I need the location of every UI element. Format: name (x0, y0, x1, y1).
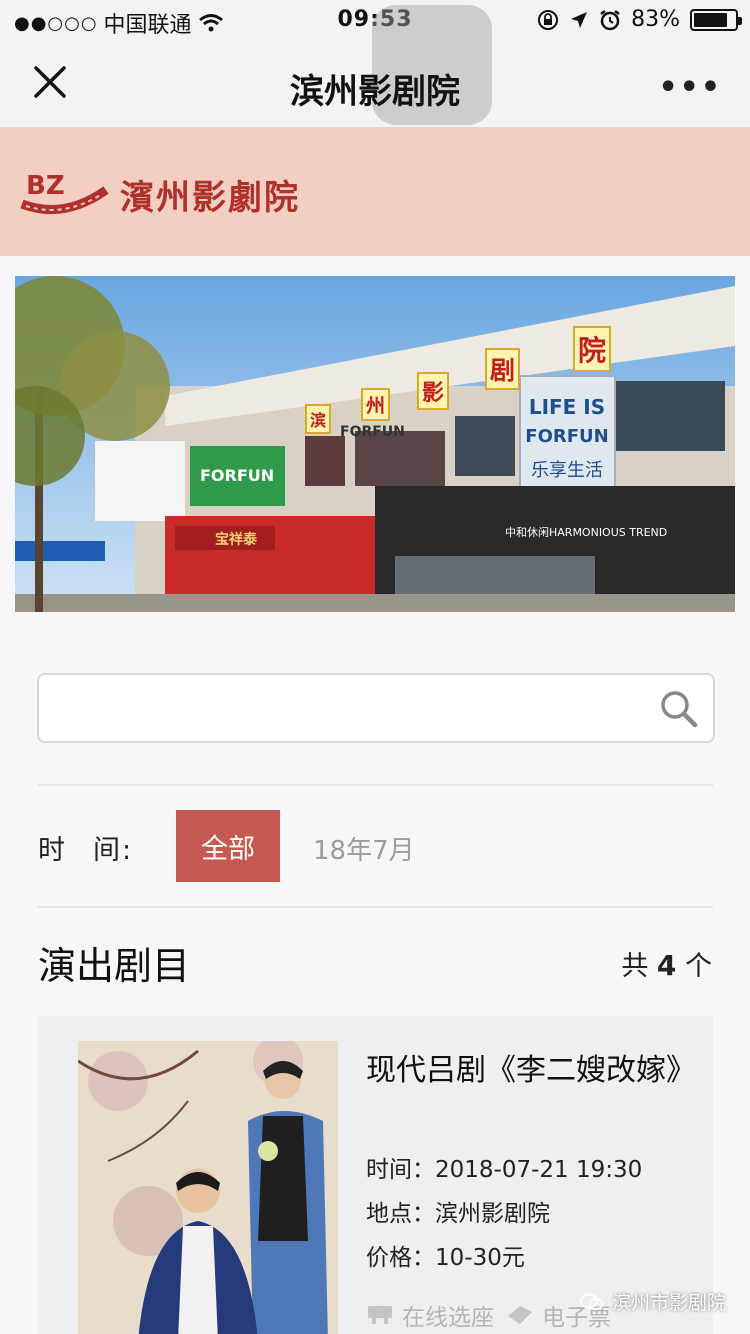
building-sign-char: 剧 (485, 348, 521, 390)
show-time: 时间：2018-07-21 19:30 (366, 1157, 643, 1183)
battery-level (694, 12, 728, 27)
svg-text:FORFUN: FORFUN (525, 426, 608, 447)
svg-text:FORFUN: FORFUN (200, 466, 274, 485)
wechat-icon (580, 1293, 604, 1310)
svg-text:LIFE IS: LIFE IS (529, 395, 605, 419)
battery-percent: 83% (631, 7, 680, 32)
section-title: 演出剧目 (38, 944, 191, 988)
time-filter-label: 时间: (38, 835, 134, 866)
svg-text:FORFUN: FORFUN (340, 424, 405, 440)
show-price: 价格：10-30元 (366, 1245, 525, 1271)
divider (37, 784, 713, 786)
filter-all-button[interactable]: 全部 (176, 810, 280, 882)
brand-banner: BZ 濱州影劇院 (0, 128, 750, 256)
show-count: 共 4 个 (621, 949, 712, 982)
rotation-lock-icon (538, 9, 559, 30)
account-watermark: 滨州市影剧院 (580, 1288, 726, 1315)
battery-icon (690, 8, 742, 31)
online-seat-selection-button[interactable]: 在线选座 (402, 1298, 494, 1332)
nav-bar: 滨州影剧院 ••• (0, 5, 750, 128)
show-title[interactable]: 现代吕剧《李二嫂改嫁》 (366, 1048, 696, 1094)
theater-logo: BZ (20, 171, 109, 214)
show-actions: 在线选座 电子票 (366, 1298, 611, 1332)
alarm-icon (600, 9, 620, 30)
show-poster[interactable] (78, 1041, 338, 1334)
svg-text:宝祥泰: 宝祥泰 (215, 531, 258, 548)
svg-text:中和休闲HARMONIOUS TREND: 中和休闲HARMONIOUS TREND (505, 525, 667, 539)
seat-icon (368, 1306, 392, 1324)
building-sign-char: 院 (573, 326, 612, 372)
more-options-icon[interactable]: ••• (658, 70, 722, 105)
svg-text:BZ: BZ (26, 171, 65, 201)
theater-name: 濱州影劇院 (120, 178, 300, 218)
location-arrow-icon (571, 11, 588, 28)
search-icon[interactable] (659, 689, 699, 729)
search-input[interactable] (37, 673, 715, 743)
show-card[interactable]: 现代吕剧《李二嫂改嫁》 时间：2018-07-21 19:30 地点：滨州影剧院… (37, 1016, 713, 1334)
theater-photo: LIFE IS FORFUN 乐享生活 FORFUN FORFUN 宝祥泰 中和… (15, 276, 735, 612)
building-sign-char: 影 (417, 372, 450, 410)
svg-text:乐享生活: 乐享生活 (531, 460, 603, 481)
page-title: 滨州影剧院 (290, 72, 460, 112)
divider (37, 906, 713, 908)
show-venue: 地点：滨州影剧院 (366, 1201, 550, 1227)
ticket-icon (508, 1306, 532, 1324)
building-sign-char: 州 (361, 388, 391, 421)
filter-month-button[interactable]: 18年7月 (313, 830, 415, 867)
building-sign-char: 滨 (305, 404, 332, 434)
